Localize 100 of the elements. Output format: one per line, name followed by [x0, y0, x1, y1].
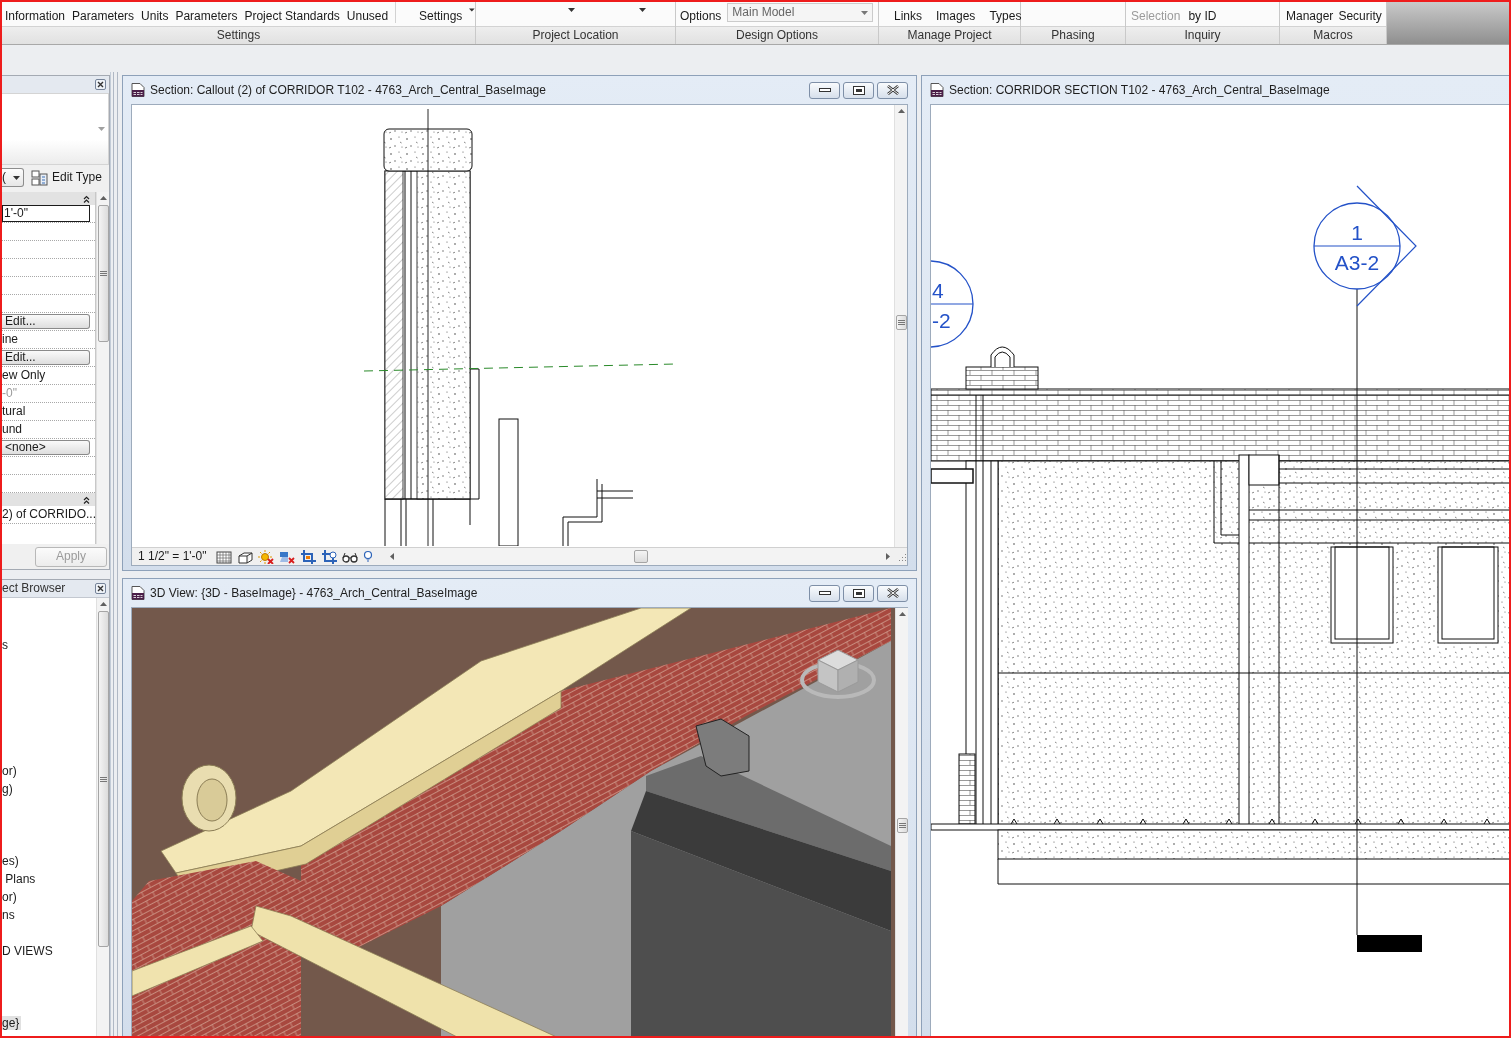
ribbon-button[interactable]: Options [680, 9, 722, 23]
browser-item[interactable]: es) [2, 853, 21, 869]
collapse-icon[interactable] [83, 495, 90, 504]
view-scale[interactable]: 1 1/2" = 1'-0" [138, 549, 207, 564]
edit-type-button[interactable]: Edit Type [31, 169, 102, 186]
view-number: 1 [1351, 221, 1363, 244]
cube-icon[interactable] [236, 549, 253, 564]
scroll-thumb[interactable] [633, 550, 648, 563]
close-button[interactable] [877, 81, 908, 99]
panel-title: Project Location [476, 26, 675, 44]
lightbulb-icon[interactable] [362, 549, 373, 564]
panel-title: Inquiry [1126, 26, 1279, 44]
restore-icon[interactable] [852, 588, 865, 598]
scroll-thumb[interactable] [895, 315, 907, 330]
up-arrow-icon[interactable] [99, 602, 107, 606]
ribbon-button[interactable]: Information [5, 9, 66, 23]
browser-item[interactable]: or) [2, 889, 19, 905]
ribbon-button[interactable]: Parameters [175, 9, 238, 23]
collapse-icon[interactable] [83, 194, 90, 203]
caret-icon[interactable] [568, 8, 575, 12]
close-button[interactable] [95, 79, 106, 90]
ribbon-button[interactable]: Project Standards [244, 9, 340, 23]
window-title: Section: CORRIDOR SECTION T102 - 4763_Arch_Central_BaseImage [949, 82, 1330, 98]
close-button[interactable] [95, 583, 106, 594]
close-icon[interactable] [886, 588, 899, 598]
vertical-scrollbar[interactable] [96, 598, 109, 1036]
window-title: Section: Callout (2) of CORRIDOR T102 - 4763_Arch_Central_BaseImage [150, 82, 546, 98]
vertical-scrollbar[interactable] [96, 192, 109, 544]
scroll-thumb[interactable] [97, 611, 109, 947]
scroll-thumb[interactable] [896, 818, 908, 833]
scroll-thumb[interactable] [97, 205, 109, 342]
ribbon-button[interactable]: Unused [346, 9, 389, 23]
crop-region-icon[interactable] [320, 549, 337, 564]
property-value-field[interactable]: 1'-0" [2, 205, 90, 222]
minimize-button[interactable] [809, 81, 840, 99]
property-value: tural [2, 404, 26, 419]
property-button[interactable]: <none> [2, 440, 90, 455]
ribbon-button[interactable]: by ID [1188, 9, 1217, 23]
browser-item[interactable]: s [2, 637, 10, 653]
window-title: 3D View: {3D - BaseImage} - 4763_Arch_Central_BaseImage [150, 585, 478, 601]
close-button[interactable] [877, 584, 908, 602]
right-arrow-icon[interactable] [886, 553, 890, 560]
minimize-icon[interactable] [818, 590, 831, 596]
browser-item[interactable]: Plans [2, 871, 38, 887]
document-icon [930, 83, 944, 97]
left-arrow-icon[interactable] [389, 553, 394, 560]
ribbon-button[interactable]: Settings [419, 9, 463, 23]
up-arrow-icon[interactable] [897, 109, 905, 113]
element-filter-dropdown[interactable]: ( [2, 168, 24, 187]
close-icon[interactable] [886, 85, 899, 95]
view-number: 4 [932, 279, 944, 302]
caret-icon[interactable] [469, 8, 475, 12]
property-value: 2) of CORRIDO... [2, 507, 95, 522]
property-value: ew Only [2, 368, 46, 383]
property-value: -0" [2, 386, 17, 401]
panel-title: Design Options [676, 26, 878, 44]
panel-title: Settings [2, 26, 475, 44]
grip-icon [897, 320, 905, 325]
restore-button[interactable] [843, 584, 874, 602]
browser-item[interactable]: or) [2, 763, 19, 779]
browser-item[interactable]: g) [2, 781, 15, 797]
document-icon [131, 83, 145, 97]
shadow-icon[interactable] [278, 549, 295, 564]
up-arrow-icon[interactable] [99, 196, 107, 200]
ribbon-button[interactable]: Links [894, 9, 922, 23]
ribbon-button[interactable]: Security [1338, 9, 1382, 23]
edit-type-icon[interactable] [31, 169, 48, 186]
ribbon-button[interactable]: Manager [1286, 9, 1334, 23]
sheet-number: A3-2 [1334, 251, 1380, 274]
section-head-marker[interactable] [1313, 185, 1417, 307]
section-head-marker[interactable] [931, 260, 974, 348]
vertical-scrollbar[interactable] [894, 105, 907, 547]
minimize-icon[interactable] [818, 87, 831, 93]
browser-item[interactable]: ge} [2, 1015, 22, 1031]
ribbon-button[interactable]: Images [936, 9, 976, 23]
grip-icon [99, 776, 107, 782]
browser-item[interactable]: D VIEWS [2, 943, 55, 959]
caret-icon[interactable] [639, 8, 646, 12]
ribbon-button[interactable]: Types [989, 9, 1022, 23]
property-value: und [2, 422, 23, 437]
property-value: ine [2, 332, 18, 347]
browser-item[interactable]: ns [2, 907, 17, 923]
vertical-scrollbar[interactable] [895, 608, 908, 1036]
ribbon-button[interactable]: Parameters [72, 9, 135, 23]
restore-button[interactable] [843, 81, 874, 99]
panel-title: Phasing [1021, 26, 1125, 44]
up-arrow-icon[interactable] [898, 612, 906, 616]
grip-icon [898, 823, 906, 828]
restore-icon[interactable] [852, 85, 865, 95]
crop-icon[interactable] [299, 549, 316, 564]
sun-icon[interactable] [257, 549, 274, 564]
panel-title: Manage Project [879, 26, 1020, 44]
ribbon-button[interactable]: Units [141, 9, 169, 23]
design-option-dropdown[interactable]: Main Model [727, 3, 874, 22]
property-button[interactable]: Edit... [2, 350, 90, 365]
minimize-button[interactable] [809, 584, 840, 602]
caret-icon[interactable] [13, 175, 20, 180]
property-button[interactable]: Edit... [2, 314, 90, 329]
document-icon [131, 586, 145, 600]
view-cube-icon[interactable] [800, 649, 876, 699]
